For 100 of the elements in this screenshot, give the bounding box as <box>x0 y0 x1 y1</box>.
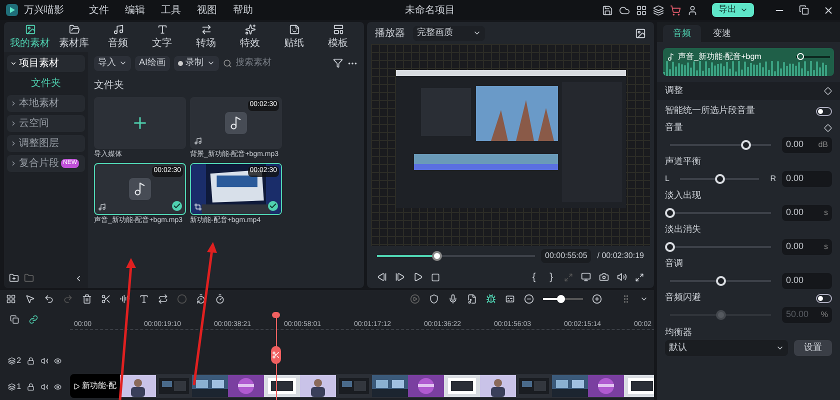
new-folder-icon[interactable] <box>9 273 19 283</box>
video-clip[interactable]: 新功能-配 <box>70 374 654 398</box>
sidebar-item[interactable]: 调整图层 <box>7 135 85 152</box>
playhead[interactable] <box>271 312 281 400</box>
sidebar-item[interactable]: 本地素材 <box>7 95 85 112</box>
timer-icon[interactable] <box>215 294 225 304</box>
bug-icon[interactable] <box>486 294 496 304</box>
lock-icon[interactable] <box>27 357 35 365</box>
inspector-tab[interactable]: 变速 <box>703 25 741 42</box>
user-icon[interactable] <box>687 4 698 16</box>
value-field[interactable]: 0.00 s <box>782 238 832 254</box>
ai-drawing-button[interactable]: AI绘画 <box>135 56 170 70</box>
keyframe-icon[interactable] <box>824 87 832 95</box>
value-field[interactable]: 0.00 dB <box>782 136 832 152</box>
media-tab[interactable]: 贴纸 <box>272 24 316 50</box>
shield-icon[interactable] <box>429 294 439 304</box>
inspector-tab[interactable]: 音频 <box>663 25 701 42</box>
timer-reset-icon[interactable] <box>196 294 206 304</box>
monitor-icon[interactable] <box>581 272 591 282</box>
toggle-switch[interactable] <box>816 294 832 302</box>
stop-icon[interactable] <box>431 272 440 282</box>
zoom-out-icon[interactable] <box>524 294 534 304</box>
undo-icon[interactable] <box>44 294 54 304</box>
settings-button[interactable]: 设置 <box>794 340 832 356</box>
collapse-icon[interactable] <box>74 274 83 282</box>
restore-icon[interactable] <box>799 5 809 15</box>
dropdown-icon[interactable] <box>640 295 648 303</box>
sidebar-item[interactable]: 项目素材 <box>7 55 85 72</box>
play-icon[interactable] <box>413 272 423 282</box>
scissors-icon[interactable] <box>271 346 281 364</box>
media-tab[interactable]: 我的素材 <box>8 24 52 50</box>
video-type-icon <box>194 203 202 211</box>
import-tile[interactable] <box>94 97 186 149</box>
sidebar-item[interactable]: 云空间 <box>7 115 85 132</box>
record-button[interactable]: 录制 <box>174 56 219 70</box>
save-icon[interactable] <box>602 4 613 16</box>
close-icon[interactable] <box>823 4 834 16</box>
progress-thumb[interactable] <box>432 251 442 261</box>
mark-button[interactable]: } <box>546 270 556 284</box>
sidebar-item[interactable]: 文件夹 <box>7 75 85 92</box>
layout-icon[interactable] <box>636 4 647 16</box>
import-button[interactable]: 导入 <box>94 56 131 70</box>
volume-icon[interactable] <box>40 383 48 391</box>
menu-item[interactable]: 文件 <box>84 2 114 18</box>
next-frame-icon[interactable] <box>395 272 405 282</box>
text-icon[interactable] <box>139 294 149 304</box>
value-field[interactable]: 0.00 s <box>782 204 832 220</box>
media-tab[interactable]: 转场 <box>184 24 228 50</box>
menu-item[interactable]: 编辑 <box>120 2 150 18</box>
pointer-icon[interactable] <box>25 294 35 304</box>
export-button[interactable]: 导出 <box>712 3 754 17</box>
copy-icon[interactable] <box>10 314 19 324</box>
media-tab[interactable]: 文字 <box>140 24 184 50</box>
menu-item[interactable]: 帮助 <box>228 2 258 18</box>
trash-icon[interactable] <box>82 294 92 304</box>
menu-item[interactable]: 视图 <box>192 2 222 18</box>
value-field[interactable]: 0.00 <box>782 272 832 288</box>
media-tab[interactable]: 音频 <box>96 24 140 50</box>
captions-icon[interactable] <box>505 294 515 304</box>
fullscreen-icon[interactable] <box>635 272 644 282</box>
equalizer-dropdown[interactable]: 默认 <box>665 340 788 356</box>
previous-frame-icon[interactable] <box>377 272 387 282</box>
cart-icon[interactable] <box>670 4 681 16</box>
media-tab[interactable]: 模板 <box>316 24 360 50</box>
toggle-switch[interactable] <box>816 106 832 116</box>
camera-icon[interactable] <box>599 272 609 282</box>
link-icon[interactable] <box>29 314 38 324</box>
microphone-icon[interactable] <box>448 294 458 304</box>
filter-icon[interactable] <box>333 58 343 68</box>
eye-icon[interactable] <box>54 357 62 365</box>
keyframe-icon[interactable] <box>824 124 832 132</box>
grid-icon[interactable] <box>6 294 16 304</box>
lock-icon[interactable] <box>27 383 35 391</box>
clip-volume-thumb[interactable] <box>797 53 804 60</box>
zoom-thumb[interactable] <box>557 295 565 303</box>
media-tab[interactable]: 素材库 <box>52 24 96 50</box>
grip-icon[interactable] <box>621 294 631 304</box>
play-circle-icon[interactable] <box>410 294 420 304</box>
volume-icon[interactable] <box>617 272 627 282</box>
stack-icon[interactable] <box>653 4 664 16</box>
menu-item[interactable]: 工具 <box>156 2 186 18</box>
quality-dropdown[interactable]: 完整画质 <box>413 26 485 40</box>
track-number: 1 <box>16 381 22 393</box>
value-field[interactable]: 50.00 % <box>782 306 832 322</box>
value-field[interactable]: 0.00 <box>782 170 832 186</box>
mark-button[interactable]: { <box>529 270 539 284</box>
media-tab[interactable]: 特效 <box>228 24 272 50</box>
eye-icon[interactable] <box>54 383 62 391</box>
music-file-icon[interactable] <box>467 294 477 304</box>
cloud-icon[interactable] <box>619 4 630 16</box>
project-title: 未命名项目 <box>405 4 455 18</box>
sticker-icon <box>288 24 300 34</box>
slider-thumb[interactable] <box>716 310 726 320</box>
repeat-icon[interactable] <box>158 294 168 304</box>
zoom-in-icon[interactable] <box>592 294 602 304</box>
search-field[interactable]: 搜索素材 <box>236 56 316 70</box>
snapshot-icon[interactable] <box>635 28 646 38</box>
folder-icon[interactable] <box>24 273 34 283</box>
volume-icon[interactable] <box>40 357 48 365</box>
scissors-icon[interactable] <box>101 294 111 304</box>
